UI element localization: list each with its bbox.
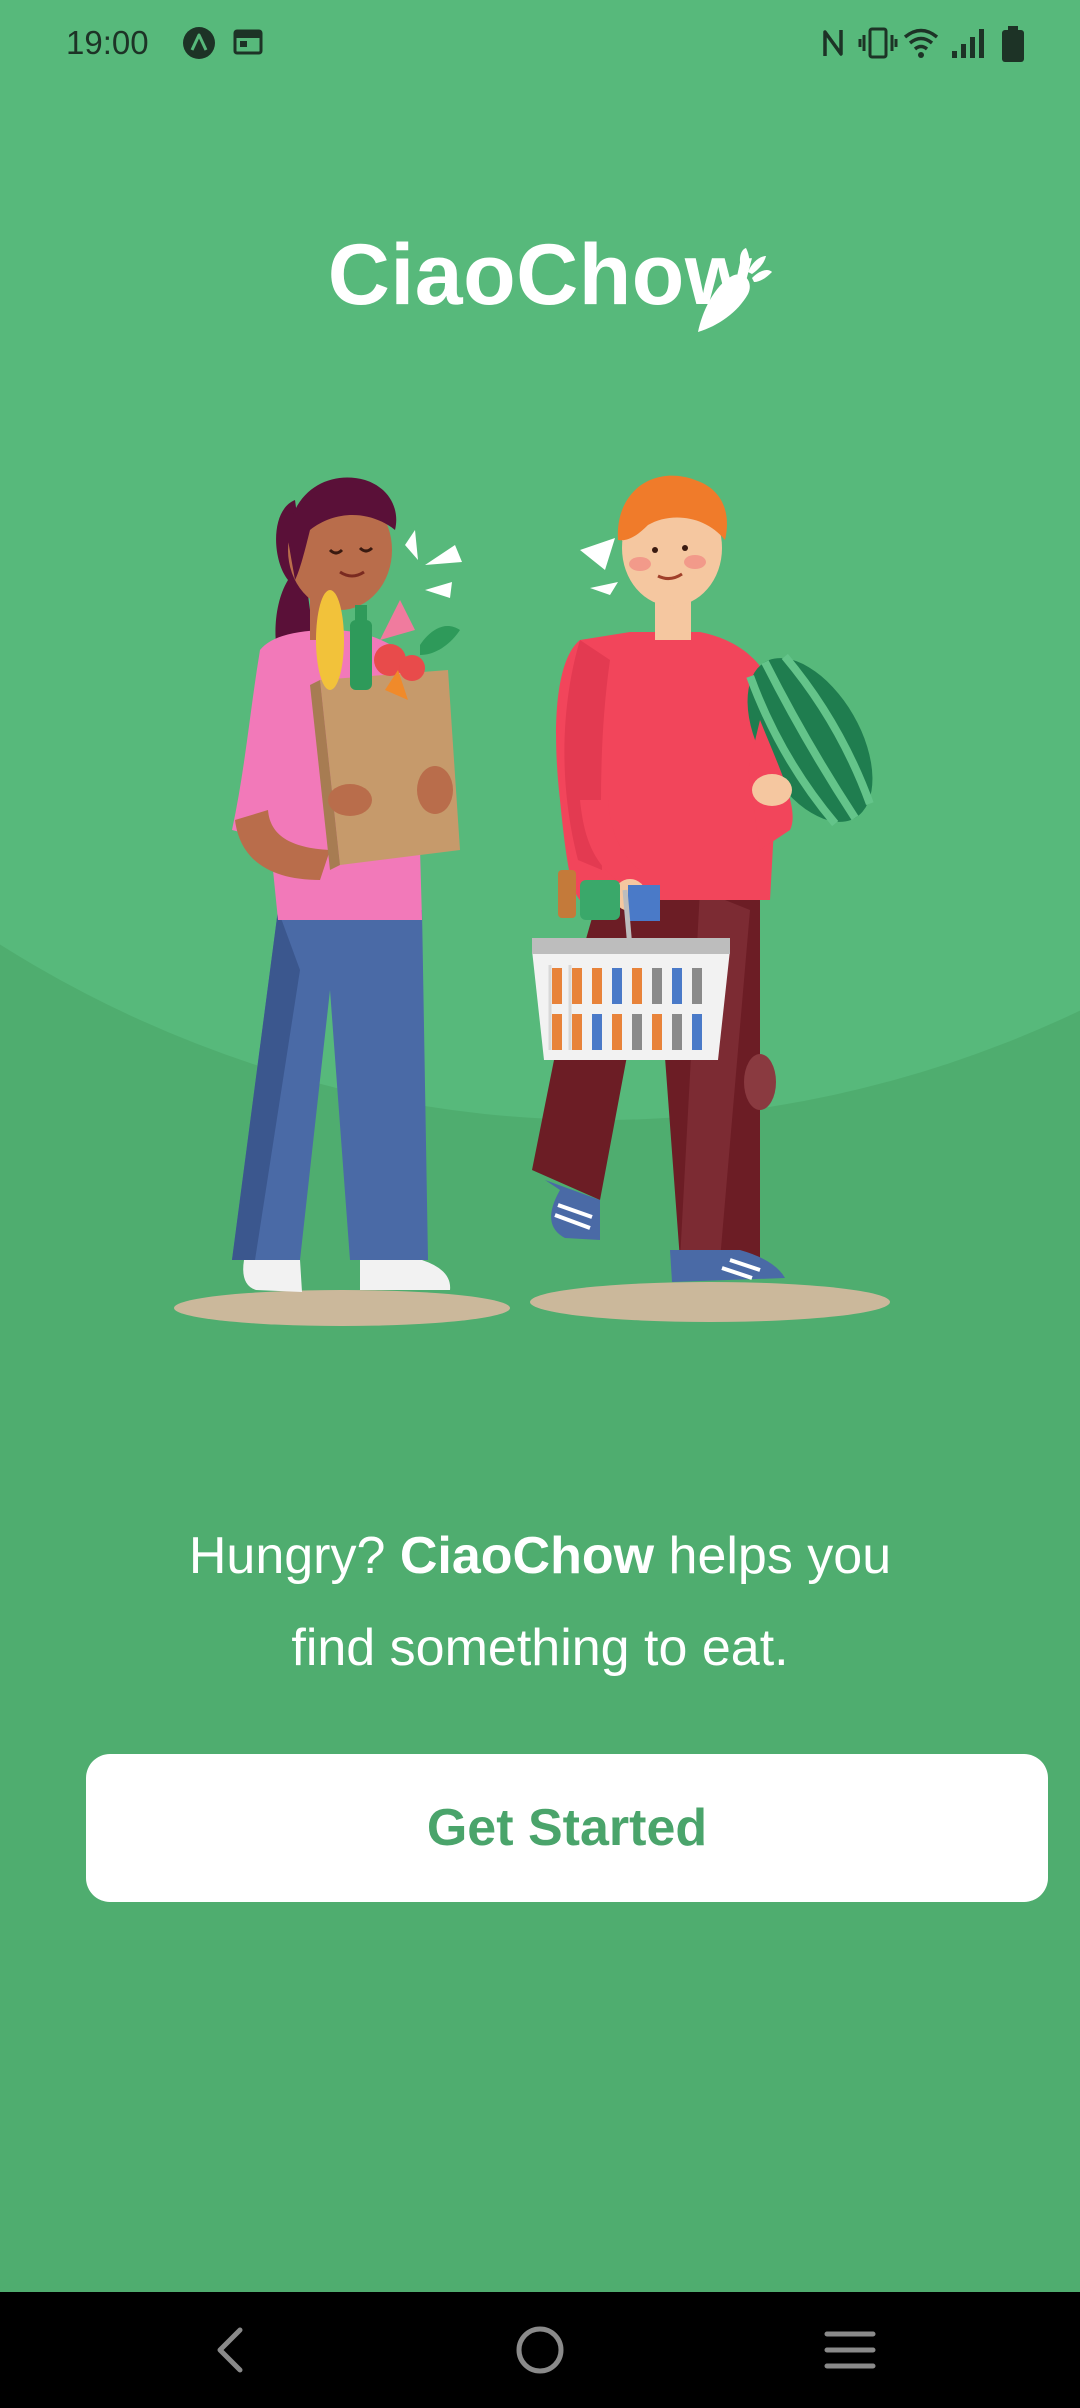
wifi-icon (903, 28, 939, 58)
status-time: 19:00 (66, 24, 149, 61)
menu-icon (824, 2331, 876, 2369)
tagline-prefix: Hungry? (188, 1527, 400, 1585)
nav-home-button[interactable] (460, 2292, 620, 2408)
nfc-icon (823, 30, 843, 56)
cell-signal-icon (952, 29, 984, 58)
home-icon (516, 2326, 564, 2374)
battery-icon (1002, 26, 1024, 62)
back-icon (217, 2327, 243, 2373)
get-started-button[interactable]: Get Started (86, 1754, 1048, 1902)
tagline-brand: CiaoChow (399, 1527, 655, 1585)
carrot-icon (698, 248, 772, 332)
status-bar: 19:00 (0, 0, 1080, 90)
app-notification-icon (183, 27, 215, 59)
brand-name: CiaoChow (327, 227, 753, 323)
ground-shadow-left (174, 1290, 510, 1326)
calendar-notification-icon (233, 29, 263, 55)
app-logo: CiaoChow (0, 226, 1080, 325)
system-navigation-bar (0, 2292, 1080, 2408)
nav-back-button[interactable] (150, 2292, 310, 2408)
ground-shadow-right (530, 1282, 890, 1322)
man-figure (532, 475, 874, 1282)
vibrate-icon (858, 27, 898, 59)
welcome-screen: 19:00 CiaoChow Hungry? CiaoChow helps yo… (0, 0, 1080, 2292)
woman-figure (232, 477, 462, 1292)
tagline: Hungry? CiaoChow helps you find somethin… (150, 1510, 930, 1694)
shoppers-with-groceries-illustration (174, 475, 890, 1326)
nav-recents-button[interactable] (770, 2292, 930, 2408)
